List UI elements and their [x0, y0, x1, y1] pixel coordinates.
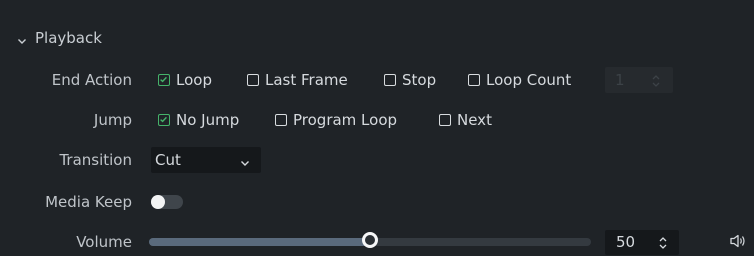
checkbox-label: Loop [176, 71, 212, 89]
end-action-label: End Action [51, 71, 132, 89]
checkbox-unchecked-icon [439, 114, 451, 126]
stepper-arrows-icon[interactable] [651, 73, 661, 92]
section-title: Playback [35, 29, 102, 47]
volume-slider-fill [149, 238, 370, 246]
checkbox-label: Loop Count [486, 71, 572, 89]
checkbox-label: Next [457, 111, 492, 129]
checkbox-unchecked-icon [468, 74, 480, 86]
jump-next-checkbox[interactable]: Next [439, 106, 492, 134]
loop-count-stepper[interactable]: 1 [605, 67, 673, 93]
toggle-knob [151, 195, 165, 209]
checkbox-label: No Jump [176, 111, 240, 129]
transition-value: Cut [155, 151, 181, 169]
media-keep-label: Media Keep [45, 193, 132, 211]
transition-select[interactable]: Cut [151, 147, 261, 173]
end-action-loop-count-checkbox[interactable]: Loop Count [468, 66, 571, 94]
checkbox-checked-icon [158, 74, 170, 86]
jump-no-jump-checkbox[interactable]: No Jump [158, 106, 239, 134]
volume-value: 50 [616, 233, 636, 251]
end-action-stop-checkbox[interactable]: Stop [384, 66, 436, 94]
end-action-last-frame-checkbox[interactable]: Last Frame [247, 66, 348, 94]
chevron-down-icon [239, 154, 251, 173]
jump-label: Jump [93, 111, 132, 129]
end-action-loop-checkbox[interactable]: Loop [158, 66, 212, 94]
chevron-down-icon [16, 32, 28, 44]
loop-count-value: 1 [615, 71, 625, 89]
speaker-icon[interactable] [729, 233, 747, 253]
media-keep-row: Media Keep [0, 188, 754, 216]
checkbox-checked-icon [158, 114, 170, 126]
transition-label: Transition [59, 151, 132, 169]
jump-program-loop-checkbox[interactable]: Program Loop [275, 106, 397, 134]
checkbox-label: Program Loop [293, 111, 398, 129]
transition-row: Transition [0, 146, 754, 174]
volume-label: Volume [76, 233, 132, 251]
stepper-arrows-icon[interactable] [658, 235, 668, 254]
checkbox-label: Last Frame [265, 71, 348, 89]
volume-input[interactable]: 50 [605, 230, 679, 255]
playback-section-header[interactable]: Playback [16, 27, 102, 49]
checkbox-unchecked-icon [384, 74, 396, 86]
media-keep-toggle[interactable] [151, 195, 183, 209]
checkbox-label: Stop [402, 71, 437, 89]
checkbox-unchecked-icon [275, 114, 287, 126]
volume-slider-handle[interactable] [362, 232, 378, 248]
checkbox-unchecked-icon [247, 74, 259, 86]
jump-row: Jump No Jump Program Loop Next [0, 106, 754, 134]
playback-panel: Playback End Action Loop Last Frame Stop… [0, 0, 754, 255]
